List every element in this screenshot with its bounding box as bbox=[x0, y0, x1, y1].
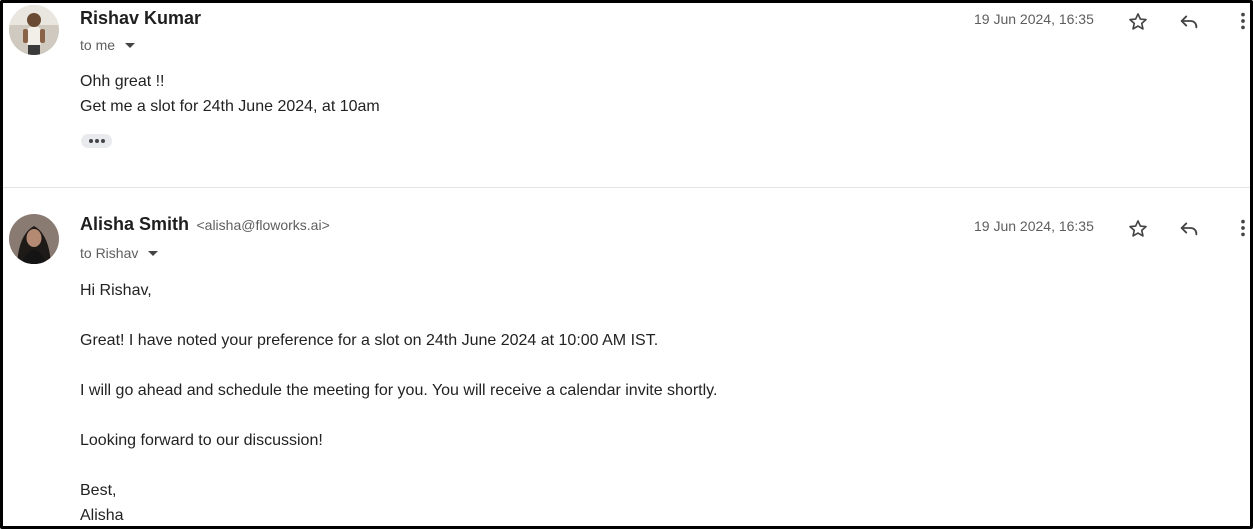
body-line: Looking forward to our discussion! bbox=[80, 432, 323, 449]
more-vert-icon bbox=[1241, 12, 1245, 30]
message-alisha: Alisha Smith <alisha@floworks.ai> to Ris… bbox=[3, 188, 1250, 526]
reply-icon bbox=[1180, 222, 1198, 236]
sender-email: <alisha@floworks.ai> bbox=[196, 217, 330, 233]
message-body: Ohh great !! Get me a slot for 24th June… bbox=[80, 69, 380, 119]
body-line: Get me a slot for 24th June 2024, at 10a… bbox=[80, 98, 380, 115]
more-options-button[interactable] bbox=[1231, 216, 1250, 240]
show-trimmed-content-button[interactable] bbox=[81, 134, 112, 148]
body-line: Ohh great !! bbox=[80, 73, 165, 90]
message-rishav: Rishav Kumar to me 19 Jun 2024, 16:35 Oh… bbox=[3, 3, 1250, 187]
recipient-label: to me bbox=[80, 37, 116, 53]
email-thread: Rishav Kumar to me 19 Jun 2024, 16:35 Oh… bbox=[0, 0, 1253, 529]
star-icon bbox=[1129, 220, 1147, 237]
star-icon bbox=[1129, 13, 1147, 30]
sender-line: Alisha Smith <alisha@floworks.ai> bbox=[80, 214, 330, 235]
recipient-toggle[interactable]: to Rishav bbox=[80, 245, 159, 261]
body-line: Hi Rishav, bbox=[80, 282, 152, 299]
body-line: I will go ahead and schedule the meeting… bbox=[80, 382, 718, 399]
body-line: Great! I have noted your preference for … bbox=[80, 332, 659, 349]
reply-button[interactable] bbox=[1177, 216, 1201, 240]
body-line: Best, bbox=[80, 482, 117, 499]
message-body: Hi Rishav, Great! I have noted your pref… bbox=[80, 278, 718, 526]
star-button[interactable] bbox=[1126, 10, 1150, 34]
avatar[interactable] bbox=[9, 5, 59, 55]
timestamp: 19 Jun 2024, 16:35 bbox=[974, 218, 1094, 234]
caret-down-icon bbox=[125, 42, 136, 48]
sender-line: Rishav Kumar bbox=[80, 8, 201, 29]
more-options-button[interactable] bbox=[1231, 9, 1250, 33]
timestamp: 19 Jun 2024, 16:35 bbox=[974, 11, 1094, 27]
more-vert-icon bbox=[1241, 219, 1245, 237]
sender-name[interactable]: Rishav Kumar bbox=[80, 8, 201, 28]
avatar[interactable] bbox=[9, 214, 59, 264]
recipient-label: to Rishav bbox=[80, 245, 139, 261]
reply-button[interactable] bbox=[1177, 9, 1201, 33]
sender-name[interactable]: Alisha Smith bbox=[80, 214, 189, 234]
body-line: Alisha bbox=[80, 507, 124, 524]
recipient-toggle[interactable]: to me bbox=[80, 37, 136, 53]
caret-down-icon bbox=[148, 250, 159, 256]
show-trimmed-content-icon bbox=[88, 139, 93, 143]
star-button[interactable] bbox=[1126, 217, 1150, 241]
reply-icon bbox=[1180, 15, 1198, 29]
